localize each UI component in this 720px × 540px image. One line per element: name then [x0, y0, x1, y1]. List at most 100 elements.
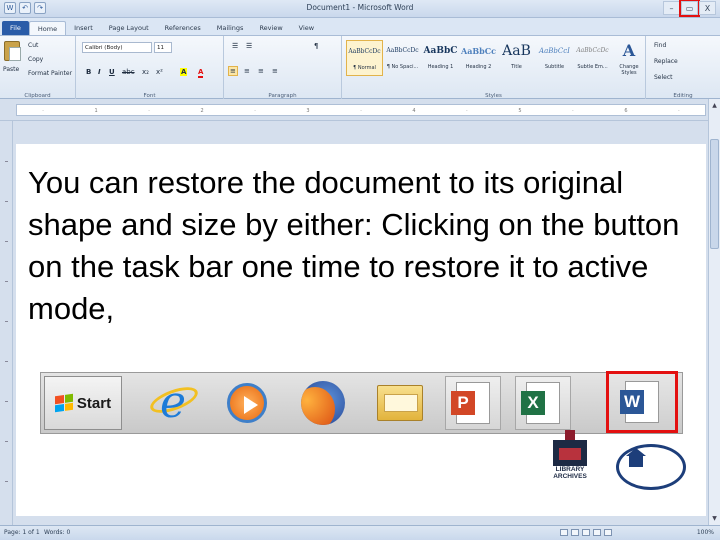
font-name-select[interactable]: Calibri (Body) — [82, 42, 152, 53]
vertical-scrollbar[interactable]: ▲ ▼ — [708, 99, 720, 525]
numbering-icon[interactable]: ☰ — [246, 42, 252, 50]
print-layout-icon[interactable] — [560, 529, 568, 536]
style-preview: AaBbCc — [461, 46, 496, 56]
status-bar: Page: 1 of 1 Words: 0 100% — [0, 525, 720, 540]
restore-button[interactable]: ▭ — [679, 0, 700, 17]
change-styles-icon: A — [622, 41, 636, 60]
style-name: Subtle Em... — [577, 64, 608, 70]
style-heading-2[interactable]: AaBbCc Heading 2 — [460, 40, 497, 76]
subscript-button[interactable]: x₂ — [142, 68, 149, 76]
font-size-select[interactable]: 11 — [154, 42, 172, 53]
align-right-icon[interactable]: ≡ — [258, 67, 264, 75]
paste-button[interactable]: Paste — [3, 66, 19, 73]
page-count[interactable]: Page: 1 of 1 — [4, 529, 40, 536]
strikethrough-button[interactable]: abc — [122, 68, 135, 76]
start-label: Start — [76, 394, 112, 412]
tab-references[interactable]: References — [157, 21, 209, 35]
scroll-thumb[interactable] — [710, 139, 719, 249]
align-left-icon[interactable]: ≡ — [228, 66, 238, 76]
word-taskbar-button: W — [606, 371, 678, 433]
style-name: Heading 1 — [427, 64, 454, 70]
style-name: Subtitle — [544, 64, 565, 70]
library-building-icon — [553, 430, 587, 466]
show-formatting-button[interactable]: ¶ — [314, 42, 318, 50]
tab-mailings[interactable]: Mailings — [209, 21, 252, 35]
format-painter-button[interactable]: Format Painter — [28, 70, 72, 77]
word-window: W ↶ ↷ Document1 - Microsoft Word – ▭ X F… — [0, 0, 720, 540]
library-seal-logo — [616, 444, 686, 490]
align-center-icon[interactable]: ≡ — [244, 67, 250, 75]
find-button[interactable]: Find — [654, 42, 666, 49]
underline-button[interactable]: U — [109, 68, 115, 76]
style-normal[interactable]: AaBbCcDc ¶ Normal — [346, 40, 383, 76]
library-archives-text: LIBRARY ARCHIVES — [553, 466, 587, 480]
taskbar-screenshot: Start e P X W — [40, 371, 683, 434]
style-name: Heading 2 — [465, 64, 492, 70]
font-group: Calibri (Body) 11 B I U abc x₂ x² A A Fo… — [76, 36, 224, 100]
tab-review[interactable]: Review — [251, 21, 290, 35]
full-screen-icon[interactable] — [571, 529, 579, 536]
minimize-button[interactable]: – — [663, 1, 680, 15]
style-preview: AaBbCcI — [539, 47, 570, 55]
highlight-button[interactable]: A — [180, 68, 188, 76]
powerpoint-icon: P — [445, 376, 501, 430]
style-subtle-emphasis[interactable]: AaBbCcDc Subtle Em... — [574, 40, 611, 76]
style-name: Title — [511, 64, 522, 70]
view-buttons — [560, 529, 612, 536]
tab-home[interactable]: Home — [28, 21, 67, 35]
powerpoint-badge: P — [451, 391, 475, 415]
bold-button[interactable]: B — [86, 68, 91, 76]
web-layout-icon[interactable] — [582, 529, 590, 536]
ruler-bar: · 1 · 2 · 3 · 4 · 5 · 6 · — [16, 104, 706, 116]
editing-group: Find Replace Select Editing — [646, 36, 720, 100]
cut-button[interactable]: Cut — [28, 42, 38, 49]
start-button: Start — [44, 376, 122, 430]
style-preview: AaBbCcDc — [348, 48, 381, 55]
vertical-ruler[interactable] — [0, 121, 13, 525]
window-controls: – ▭ X — [663, 0, 716, 17]
word-badge: W — [620, 390, 644, 414]
file-explorer-icon — [371, 376, 429, 430]
copy-button[interactable]: Copy — [28, 56, 43, 63]
tab-page-layout[interactable]: Page Layout — [101, 21, 157, 35]
tab-insert[interactable]: Insert — [66, 21, 101, 35]
bullets-icon[interactable]: ☰ — [232, 42, 238, 50]
zoom-level[interactable]: 100% — [697, 529, 714, 536]
excel-icon: X — [515, 376, 571, 430]
excel-badge: X — [521, 391, 545, 415]
scroll-up-icon[interactable]: ▲ — [710, 101, 719, 110]
document-body-text[interactable]: You can restore the document to its orig… — [28, 162, 700, 330]
ruler-ticks: · 1 · 2 · 3 · 4 · 5 · 6 · — [42, 108, 680, 114]
scroll-down-icon[interactable]: ▼ — [710, 514, 719, 523]
replace-button[interactable]: Replace — [654, 58, 678, 65]
house-icon — [626, 448, 646, 467]
outline-icon[interactable] — [593, 529, 601, 536]
style-preview: AaB — [502, 43, 531, 59]
horizontal-ruler[interactable]: · 1 · 2 · 3 · 4 · 5 · 6 · — [0, 99, 720, 121]
change-styles-button[interactable]: A Change Styles — [614, 40, 644, 76]
style-subtitle[interactable]: AaBbCcI Subtitle — [536, 40, 573, 76]
style-name: ¶ No Spaci... — [386, 64, 419, 70]
media-player-icon — [221, 376, 273, 430]
styles-group: AaBbCcDc ¶ Normal AaBbCcDc ¶ No Spaci... A… — [342, 36, 646, 100]
style-no-spacing[interactable]: AaBbCcDc ¶ No Spaci... — [384, 40, 421, 76]
firefox-icon — [296, 376, 350, 430]
paste-icon[interactable] — [4, 41, 21, 61]
close-button[interactable]: X — [699, 1, 716, 15]
style-heading-1[interactable]: AaBbC Heading 1 — [422, 40, 459, 76]
select-button[interactable]: Select — [654, 74, 673, 81]
change-styles-label: Change Styles — [619, 64, 639, 76]
style-name: ¶ Normal — [353, 65, 376, 71]
document-page[interactable]: You can restore the document to its orig… — [16, 144, 706, 516]
tab-file[interactable]: File — [2, 21, 29, 35]
justify-icon[interactable]: ≡ — [272, 67, 278, 75]
windows-flag-icon — [54, 393, 73, 413]
word-count[interactable]: Words: 0 — [44, 529, 70, 536]
italic-button[interactable]: I — [98, 68, 101, 76]
draft-icon[interactable] — [604, 529, 612, 536]
tab-view[interactable]: View — [291, 21, 322, 35]
style-title[interactable]: AaB Title — [498, 40, 535, 76]
font-color-button[interactable]: A — [198, 68, 204, 78]
style-preview: AaBbCcDc — [576, 47, 609, 54]
superscript-button[interactable]: x² — [156, 68, 163, 76]
